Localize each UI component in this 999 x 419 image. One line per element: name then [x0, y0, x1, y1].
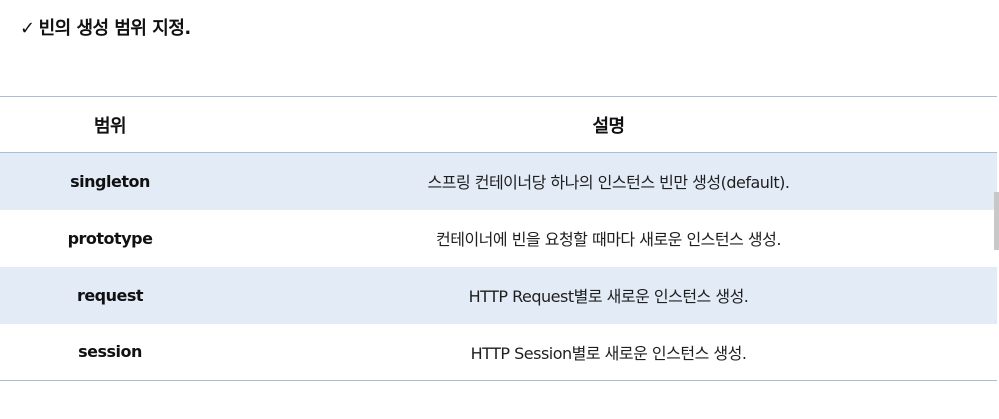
table-row: request HTTP Request별로 새로운 인스턴스 생성.	[0, 266, 997, 324]
description-cell: 스프링 컨테이너당 하나의 인스턴스 빈만 생성(default).	[427, 173, 790, 193]
check-icon: ✓	[20, 18, 35, 39]
scope-cell: singleton	[70, 171, 150, 191]
scrollbar-thumb[interactable]	[994, 192, 999, 250]
column-header-scope: 범위	[93, 115, 127, 137]
table-header: 범위 설명	[0, 96, 997, 153]
section-heading-text: 빈의 생성 범위 지정.	[38, 18, 192, 39]
column-header-description: 설명	[592, 115, 625, 137]
scope-cell: prototype	[67, 228, 153, 248]
description-cell: HTTP Request별로 새로운 인스턴스 생성.	[468, 287, 749, 306]
scope-cell: request	[76, 285, 144, 305]
scope-cell: session	[78, 342, 142, 362]
table-row: session HTTP Session별로 새로운 인스턴스 생성.	[0, 324, 997, 381]
table-header-row: 범위 설명	[0, 96, 997, 153]
description-cell: 컨테이너에 빈을 요청할 때마다 새로운 인스턴스 생성.	[436, 230, 781, 249]
bean-scope-table: 범위 설명 singleton 스프링 컨테이너당 하나의 인스턴스 빈만 생성…	[0, 96, 997, 381]
section-heading: ✓ 빈의 생성 범위 지정.	[20, 14, 191, 40]
description-cell: HTTP Session별로 새로운 인스턴스 생성.	[470, 343, 747, 363]
table-row: prototype 컨테이너에 빈을 요청할 때마다 새로운 인스턴스 생성.	[0, 210, 997, 267]
table-row: singleton 스프링 컨테이너당 하나의 인스턴스 빈만 생성(defau…	[0, 152, 997, 210]
table-body: singleton 스프링 컨테이너당 하나의 인스턴스 빈만 생성(defau…	[0, 152, 997, 381]
